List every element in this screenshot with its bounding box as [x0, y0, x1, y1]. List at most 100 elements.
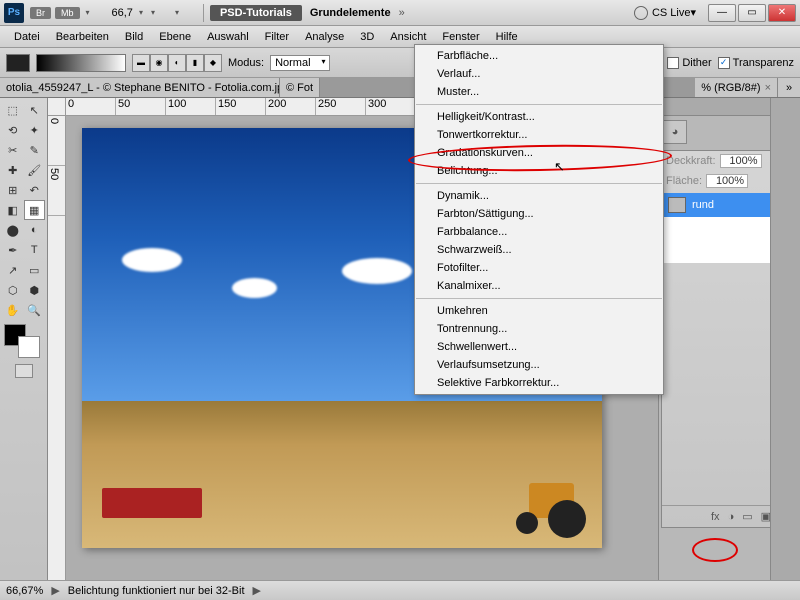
menu-hilfe[interactable]: Hilfe: [488, 28, 526, 46]
zoom-dropdown[interactable]: [137, 8, 143, 17]
transparenz-checkbox[interactable]: ✓Transparenz: [718, 57, 794, 69]
workspace: ⬚↖ ⟲✦ ✂✎ ✚🖌 ⊞↶ ◧▦ ⬤◐ ✒T ↗▭ ⬡⬢ ✋🔍 0501001…: [0, 98, 800, 580]
type-tool[interactable]: T: [24, 240, 46, 260]
minibridge-button[interactable]: Mb: [55, 7, 80, 19]
workspace-label[interactable]: Grundelemente: [310, 7, 391, 19]
adjustment-layer-icon[interactable]: ◑: [728, 511, 735, 523]
menu-umkehren[interactable]: Umkehren: [415, 302, 663, 320]
panel-dock-strip[interactable]: [770, 98, 800, 580]
maximize-button[interactable]: ▭: [738, 4, 766, 22]
menu-tontrennung[interactable]: Tontrennung...: [415, 320, 663, 338]
menu-verlauf[interactable]: Verlauf...: [415, 65, 663, 83]
minimize-button[interactable]: —: [708, 4, 736, 22]
hand-tool[interactable]: ✋: [2, 300, 24, 320]
gradient-picker[interactable]: [36, 54, 126, 72]
stamp-tool[interactable]: ⊞: [2, 180, 24, 200]
menu-farbbalance[interactable]: Farbbalance...: [415, 223, 663, 241]
menu-schwellenwert[interactable]: Schwellenwert...: [415, 338, 663, 356]
blur-tool[interactable]: ⬤: [2, 220, 24, 240]
gradient-tool[interactable]: ▦: [24, 200, 46, 220]
menu-belichtung[interactable]: Belichtung...: [415, 162, 663, 180]
bridge-button[interactable]: Br: [30, 7, 51, 19]
doc-tab-1[interactable]: otolia_4559247_L - © Stephane BENITO - F…: [0, 78, 280, 97]
menu-farbflaeche[interactable]: Farbfläche...: [415, 47, 663, 65]
menu-muster[interactable]: Muster...: [415, 83, 663, 101]
modus-select[interactable]: Normal: [270, 55, 329, 71]
deckkraft-input[interactable]: 100%: [720, 154, 762, 168]
menu-filter[interactable]: Filter: [257, 28, 297, 46]
menu-dynamik[interactable]: Dynamik...: [415, 187, 663, 205]
menu-farbton[interactable]: Farbton/Sättigung...: [415, 205, 663, 223]
quickmask-icon[interactable]: [15, 364, 33, 378]
pen-tool[interactable]: ✒: [2, 240, 24, 260]
status-zoom[interactable]: 66,67%: [6, 585, 43, 597]
menu-datei[interactable]: Datei: [6, 28, 48, 46]
eraser-tool[interactable]: ◧: [2, 200, 24, 220]
wand-tool[interactable]: ✦: [24, 120, 46, 140]
color-swatches[interactable]: [2, 324, 42, 358]
close-button[interactable]: ✕: [768, 4, 796, 22]
menu-selektive-farbkorrektur[interactable]: Selektive Farbkorrektur...: [415, 374, 663, 392]
brush-tool[interactable]: 🖌: [24, 160, 46, 180]
linear-gradient-icon[interactable]: ▬: [132, 54, 150, 72]
menu-ansicht[interactable]: Ansicht: [382, 28, 434, 46]
psd-tutorials-button[interactable]: PSD-Tutorials: [210, 5, 302, 21]
dither-checkbox[interactable]: Dither: [667, 57, 711, 69]
lasso-tool[interactable]: ⟲: [2, 120, 24, 140]
3d-camera-tool[interactable]: ⬢: [24, 280, 46, 300]
arrange-dropdown[interactable]: [149, 8, 167, 17]
eyedropper-tool[interactable]: ✎: [24, 140, 46, 160]
menu-verlaufsumsetzung[interactable]: Verlaufsumsetzung...: [415, 356, 663, 374]
zoom-tool[interactable]: 🔍: [24, 300, 46, 320]
path-tool[interactable]: ↗: [2, 260, 24, 280]
toolbox: ⬚↖ ⟲✦ ✂✎ ✚🖌 ⊞↶ ◧▦ ⬤◐ ✒T ↗▭ ⬡⬢ ✋🔍: [0, 98, 48, 580]
cs-live-button[interactable]: CS Live ▾: [634, 6, 696, 20]
marquee-tool[interactable]: ↖: [24, 100, 46, 120]
heal-tool[interactable]: ✚: [2, 160, 24, 180]
3d-tool[interactable]: ⬡: [2, 280, 24, 300]
history-tool[interactable]: ↶: [24, 180, 46, 200]
reflected-gradient-icon[interactable]: ▮: [186, 54, 204, 72]
menu-auswahl[interactable]: Auswahl: [199, 28, 257, 46]
color-panel-icon[interactable]: ◕: [663, 120, 687, 144]
tabs-overflow[interactable]: »: [778, 78, 800, 97]
chevrons-icon[interactable]: »: [399, 7, 405, 19]
ruler-corner: [48, 98, 66, 116]
deckkraft-label: Deckkraft:: [666, 155, 716, 167]
folder-icon[interactable]: ▭: [742, 510, 752, 523]
chevron-icon[interactable]: ▶: [51, 584, 59, 597]
modus-label: Modus:: [228, 57, 264, 69]
menu-bearbeiten[interactable]: Bearbeiten: [48, 28, 117, 46]
menu-3d[interactable]: 3D: [352, 28, 382, 46]
screen-dropdown[interactable]: [173, 8, 191, 17]
menu-tonwertkorrektur[interactable]: Tonwertkorrektur...: [415, 126, 663, 144]
crop-tool[interactable]: ✂: [2, 140, 24, 160]
fx-icon[interactable]: fx: [711, 511, 720, 523]
diamond-gradient-icon[interactable]: ◆: [204, 54, 222, 72]
chevron-icon[interactable]: ▶: [253, 584, 261, 597]
radial-gradient-icon[interactable]: ◉: [150, 54, 168, 72]
close-icon[interactable]: ×: [765, 82, 771, 94]
menu-helligkeit[interactable]: Helligkeit/Kontrast...: [415, 108, 663, 126]
flaeche-input[interactable]: 100%: [706, 174, 748, 188]
layer-name: rund: [692, 199, 714, 211]
doc-tab-2b[interactable]: % (RGB/8#)×: [695, 78, 778, 97]
angle-gradient-icon[interactable]: ◐: [168, 54, 186, 72]
zoom-value[interactable]: 66,7: [112, 7, 133, 19]
menu-ebene[interactable]: Ebene: [151, 28, 199, 46]
menu-schwarzweiss[interactable]: Schwarzweiß...: [415, 241, 663, 259]
dodge-tool[interactable]: ◐: [24, 220, 46, 240]
menu-bild[interactable]: Bild: [117, 28, 151, 46]
move-tool[interactable]: ⬚: [2, 100, 24, 120]
menu-gradationskurven[interactable]: Gradationskurven...: [415, 144, 663, 162]
menu-analyse[interactable]: Analyse: [297, 28, 352, 46]
doc-tab-2a[interactable]: © Fot: [280, 78, 320, 97]
menu-fotofilter[interactable]: Fotofilter...: [415, 259, 663, 277]
menu-kanalmixer[interactable]: Kanalmixer...: [415, 277, 663, 295]
menu-fenster[interactable]: Fenster: [434, 28, 487, 46]
view-mode-dropdown[interactable]: [84, 8, 102, 17]
separator: [203, 4, 204, 22]
shape-tool[interactable]: ▭: [24, 260, 46, 280]
tool-preset[interactable]: [6, 54, 30, 72]
tractor-image: [492, 468, 592, 538]
